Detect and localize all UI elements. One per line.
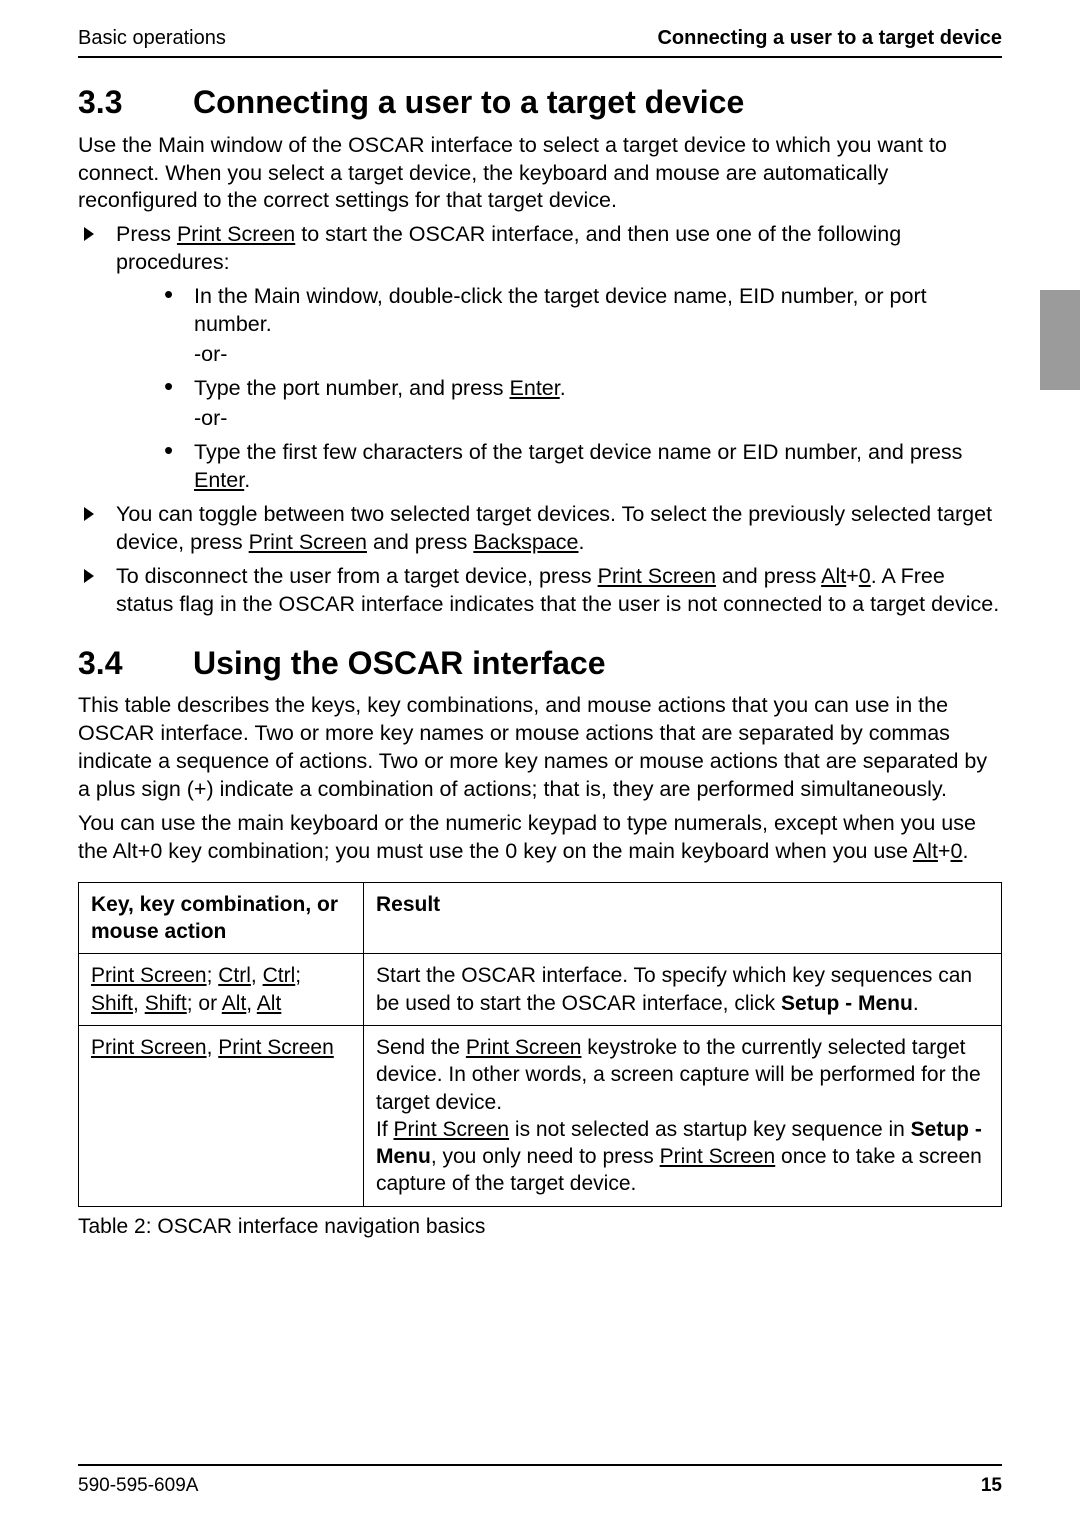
key: Print Screen <box>91 964 207 987</box>
text: To disconnect the user from a target dev… <box>116 564 598 588</box>
oscar-nav-table: Key, key combination, or mouse action Re… <box>78 882 1002 1207</box>
key-backspace: Backspace <box>473 530 578 554</box>
key: Print Screen <box>394 1118 510 1141</box>
menu-name: Setup - Menu <box>781 992 913 1015</box>
text: ; or <box>187 992 222 1015</box>
text: and press <box>716 564 821 588</box>
or-separator: -or- <box>194 341 1002 369</box>
key: Ctrl <box>218 964 251 987</box>
key: Print Screen <box>660 1145 776 1168</box>
key: Shift <box>145 992 187 1015</box>
section-3-3-heading: 3.3Connecting a user to a target device <box>78 82 1002 124</box>
section-3-4-p2: You can use the main keyboard or the num… <box>78 810 1002 866</box>
key-enter: Enter <box>510 376 560 400</box>
text: Type the first few characters of the tar… <box>194 440 962 464</box>
text: , <box>133 992 145 1015</box>
column-header-keys: Key, key combination, or mouse action <box>79 882 364 954</box>
key: Alt <box>222 992 247 1015</box>
key: Ctrl <box>263 964 296 987</box>
key-print-screen: Print Screen <box>249 530 367 554</box>
text: In the Main window, double-click the tar… <box>194 284 927 336</box>
sub-list: In the Main window, double-click the tar… <box>154 283 1002 495</box>
key-enter: Enter <box>194 468 244 492</box>
text: , you only need to press <box>431 1145 660 1168</box>
list-item: You can toggle between two selected targ… <box>78 501 1002 557</box>
text: . <box>962 839 968 863</box>
cell-result: Send the Print Screen keystroke to the c… <box>364 1026 1002 1207</box>
header-left: Basic operations <box>78 25 226 51</box>
cell-keys: Print Screen, Print Screen <box>79 1026 364 1207</box>
key: Alt <box>257 992 282 1015</box>
list-item: Type the first few characters of the tar… <box>154 439 1002 495</box>
text: If <box>376 1118 394 1141</box>
procedure-list: Press Print Screen to start the OSCAR in… <box>78 221 1002 618</box>
section-number: 3.3 <box>78 82 193 124</box>
key-zero: 0 <box>950 839 962 863</box>
list-item: To disconnect the user from a target dev… <box>78 563 1002 619</box>
text: ; <box>295 964 301 987</box>
doc-number: 590-595-609A <box>78 1474 198 1499</box>
text: Type the port number, and press <box>194 376 510 400</box>
text: You can use the main keyboard or the num… <box>78 811 976 863</box>
text: is not selected as startup key sequence … <box>509 1118 911 1141</box>
key: Shift <box>91 992 133 1015</box>
text: ; <box>207 964 219 987</box>
table-row: Print Screen, Print Screen Send the Prin… <box>79 1026 1002 1207</box>
text: . <box>579 530 585 554</box>
list-item: In the Main window, double-click the tar… <box>154 283 1002 369</box>
key-alt: Alt <box>913 839 938 863</box>
column-header-result: Result <box>364 882 1002 954</box>
text: . <box>913 992 919 1015</box>
section-3-4-heading: 3.4Using the OSCAR interface <box>78 643 1002 685</box>
section-number: 3.4 <box>78 643 193 685</box>
key-print-screen: Print Screen <box>177 222 295 246</box>
key: Print Screen <box>91 1036 207 1059</box>
text: Send the <box>376 1036 466 1059</box>
text: and press <box>367 530 473 554</box>
text: , <box>207 1036 219 1059</box>
section-3-3-intro: Use the Main window of the OSCAR interfa… <box>78 132 1002 216</box>
footer-rule <box>78 1464 1002 1466</box>
key: Print Screen <box>218 1036 334 1059</box>
section-title: Using the OSCAR interface <box>193 645 606 681</box>
text: + <box>846 564 859 588</box>
table-header-row: Key, key combination, or mouse action Re… <box>79 882 1002 954</box>
text: , <box>246 992 257 1015</box>
cell-keys: Print Screen; Ctrl, Ctrl; Shift, Shift; … <box>79 954 364 1026</box>
or-separator: -or- <box>194 405 1002 433</box>
key-alt: Alt <box>821 564 846 588</box>
page-number: 15 <box>981 1474 1002 1499</box>
key-zero: 0 <box>859 564 871 588</box>
cell-result: Start the OSCAR interface. To specify wh… <box>364 954 1002 1026</box>
section-title: Connecting a user to a target device <box>193 84 744 120</box>
list-item: Press Print Screen to start the OSCAR in… <box>78 221 1002 494</box>
table-row: Print Screen; Ctrl, Ctrl; Shift, Shift; … <box>79 954 1002 1026</box>
key-print-screen: Print Screen <box>598 564 716 588</box>
header-right: Connecting a user to a target device <box>657 25 1002 51</box>
table-caption: Table 2: OSCAR interface navigation basi… <box>78 1213 1002 1240</box>
text: . <box>560 376 566 400</box>
text: + <box>938 839 951 863</box>
list-item: Type the port number, and press Enter. -… <box>154 375 1002 433</box>
key: Print Screen <box>466 1036 582 1059</box>
text: , <box>251 964 263 987</box>
text: Press <box>116 222 177 246</box>
page: Basic operations Connecting a user to a … <box>0 0 1080 1529</box>
section-3-4-p1: This table describes the keys, key combi… <box>78 692 1002 804</box>
text: . <box>244 468 250 492</box>
page-footer: 590-595-609A 15 <box>78 1464 1002 1499</box>
running-header: Basic operations Connecting a user to a … <box>78 25 1002 51</box>
header-rule <box>78 56 1002 58</box>
